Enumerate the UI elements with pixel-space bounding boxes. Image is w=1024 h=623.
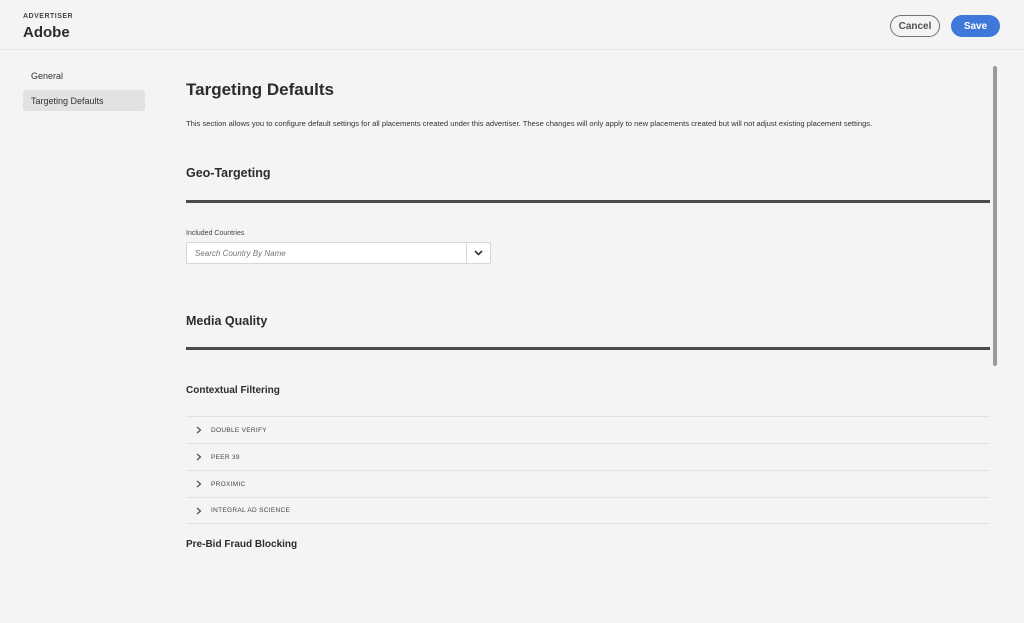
accordion-label: INTEGRAL AD SCIENCE bbox=[211, 507, 291, 514]
country-combobox bbox=[186, 242, 491, 264]
vertical-scrollbar[interactable] bbox=[990, 62, 999, 550]
chevron-right-icon bbox=[196, 480, 204, 488]
country-dropdown-button[interactable] bbox=[466, 243, 490, 263]
page-description: This section allows you to configure def… bbox=[186, 119, 873, 128]
section-divider bbox=[186, 200, 990, 203]
section-divider bbox=[186, 347, 990, 350]
accordion-label: PEER 39 bbox=[211, 453, 240, 461]
pre-bid-fraud-blocking-title: Pre-Bid Fraud Blocking bbox=[186, 539, 298, 550]
chevron-right-icon bbox=[196, 453, 204, 461]
country-search-input[interactable] bbox=[187, 243, 467, 263]
accordion-proximic[interactable]: PROXIMIC bbox=[186, 470, 990, 497]
advertiser-name: Adobe bbox=[23, 24, 70, 41]
advertiser-eyebrow: ADVERTISER bbox=[23, 13, 74, 20]
contextual-filtering-title: Contextual Filtering bbox=[186, 385, 280, 396]
scrollbar-thumb[interactable] bbox=[993, 66, 997, 366]
included-countries-label: Included Countries bbox=[186, 230, 245, 237]
accordion-label: DOUBLE VERIFY bbox=[211, 426, 267, 434]
accordion-peer-39[interactable]: PEER 39 bbox=[186, 443, 990, 470]
chevron-right-icon bbox=[196, 507, 204, 515]
geo-targeting-title: Geo-Targeting bbox=[186, 166, 271, 180]
accordion-integral-ad-science[interactable]: INTEGRAL AD SCIENCE bbox=[186, 497, 990, 524]
sidebar-item-targeting-defaults[interactable]: Targeting Defaults bbox=[23, 90, 145, 111]
accordion-label: PROXIMIC bbox=[211, 480, 246, 488]
media-quality-title: Media Quality bbox=[186, 314, 268, 328]
chevron-down-icon bbox=[474, 250, 483, 256]
sidebar-item-general[interactable]: General bbox=[23, 65, 145, 86]
accordion-double-verify[interactable]: DOUBLE VERIFY bbox=[186, 416, 990, 443]
page-title: Targeting Defaults bbox=[186, 80, 334, 99]
chevron-right-icon bbox=[196, 426, 204, 434]
main-content: Targeting Defaults This section allows y… bbox=[186, 0, 990, 550]
